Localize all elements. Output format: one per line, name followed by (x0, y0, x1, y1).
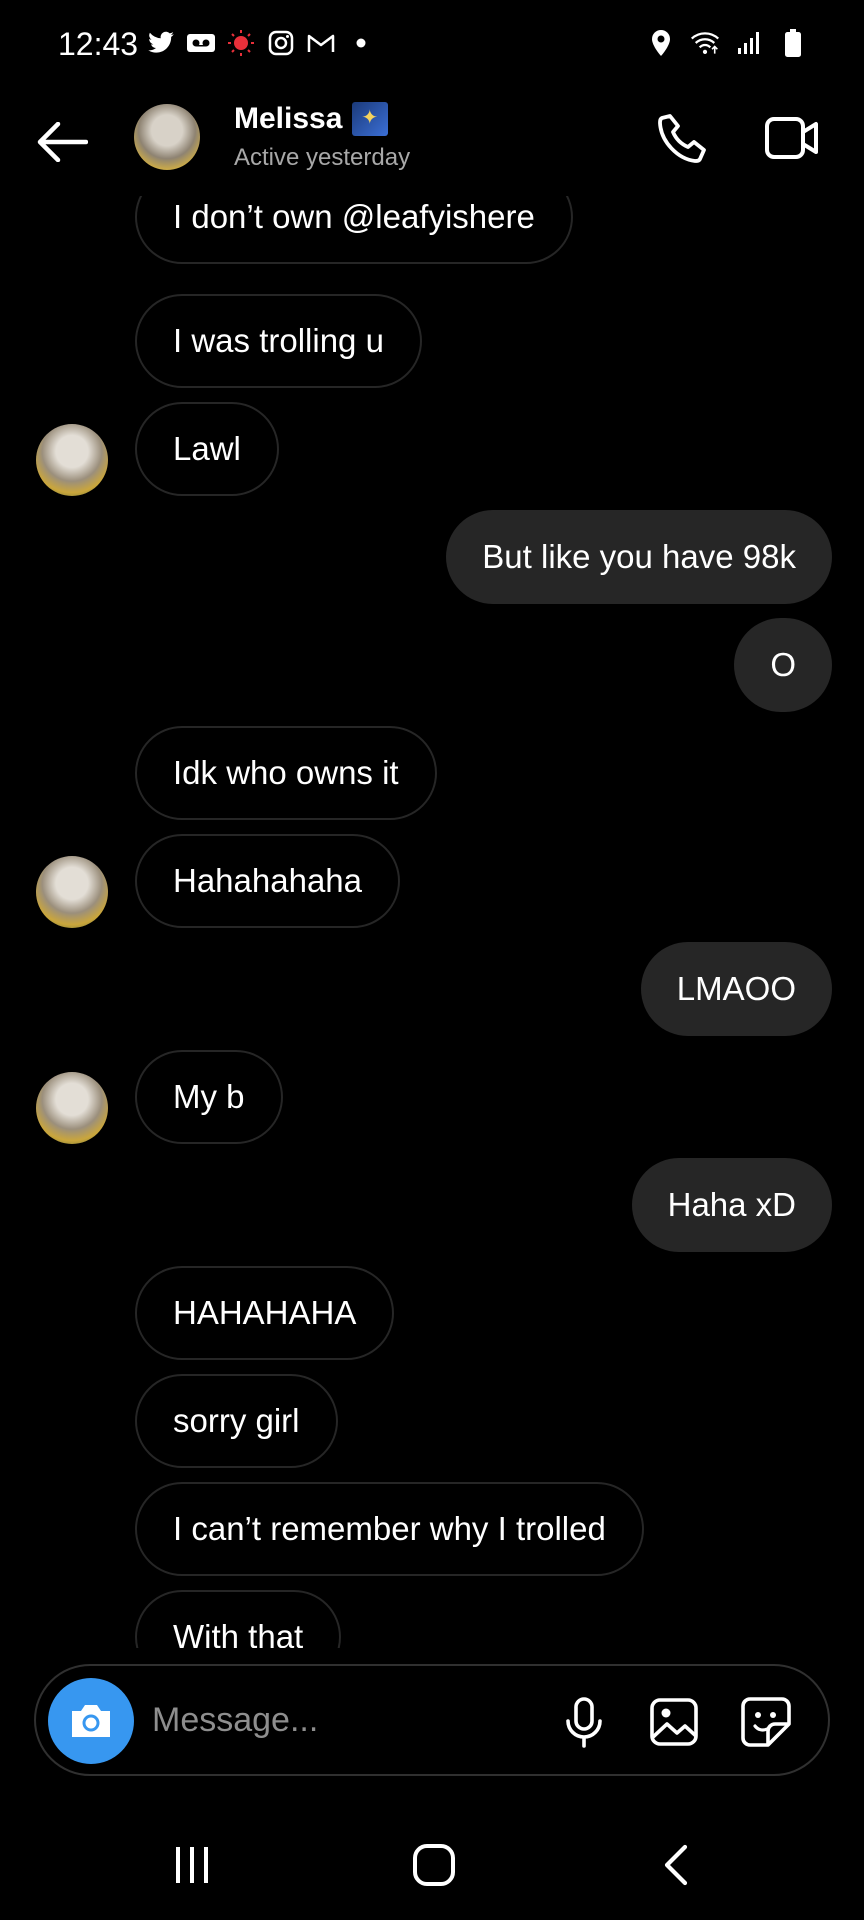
location-icon (646, 28, 676, 58)
contact-name: Melissa (234, 102, 343, 135)
system-navigation-bar (0, 1800, 864, 1920)
system-icons (646, 28, 808, 58)
message-bubble-incoming[interactable]: My b (135, 1050, 283, 1144)
sender-avatar[interactable] (36, 424, 108, 496)
battery-icon (778, 28, 808, 58)
back-button[interactable] (30, 110, 94, 174)
video-camera-icon (765, 117, 818, 159)
message-thread[interactable]: I don’t own @leafyishere I was trolling … (0, 196, 864, 1648)
image-icon (650, 1698, 698, 1746)
recording-icon (226, 28, 256, 58)
status-bar: 12:43 (0, 0, 864, 86)
contact-name-row[interactable]: Melissa (234, 102, 389, 136)
chevron-left-icon (664, 1844, 688, 1886)
camera-button[interactable] (48, 1678, 134, 1764)
message-bubble-outgoing[interactable]: LMAOO (640, 942, 832, 1036)
message-bubble-incoming[interactable]: sorry girl (135, 1374, 338, 1468)
video-call-button[interactable] (756, 106, 828, 170)
back-arrow-icon (37, 122, 88, 162)
sender-avatar[interactable] (36, 1072, 108, 1144)
instagram-icon (266, 28, 296, 58)
message-bubble-incoming[interactable]: With that (135, 1590, 342, 1648)
message-composer (34, 1664, 830, 1776)
phone-icon (658, 114, 706, 163)
message-bubble-incoming[interactable]: HAHAHAHA (135, 1266, 395, 1360)
voicemail-icon (186, 28, 216, 58)
message-input[interactable] (152, 1694, 532, 1746)
conversation-header: Melissa Active yesterday (0, 86, 864, 196)
message-bubble-incoming[interactable]: Idk who owns it (135, 726, 437, 820)
active-status: Active yesterday (234, 144, 411, 171)
dot-icon (346, 28, 376, 58)
status-time: 12:43 (58, 26, 139, 62)
message-bubble-incoming[interactable]: I can’t remember why I trolled (135, 1482, 644, 1576)
recent-apps-button[interactable] (152, 1830, 232, 1900)
message-bubble-outgoing[interactable]: Haha xD (631, 1158, 832, 1252)
message-bubble-incoming[interactable]: Lawl (135, 402, 279, 496)
signal-icon (734, 28, 764, 58)
message-bubble-incoming[interactable]: Hahahahaha (135, 834, 401, 928)
microphone-icon (566, 1697, 602, 1748)
sticker-icon (741, 1697, 791, 1747)
gmail-icon (306, 28, 336, 58)
audio-call-button[interactable] (650, 106, 714, 170)
contact-avatar[interactable] (134, 104, 200, 170)
message-bubble-incoming[interactable]: I was trolling u (135, 294, 422, 388)
sender-avatar[interactable] (36, 856, 108, 928)
back-nav-button[interactable] (636, 1830, 716, 1900)
message-bubble-outgoing[interactable]: But like you have 98k (446, 510, 832, 604)
home-button[interactable] (394, 1830, 474, 1900)
message-bubble-outgoing[interactable]: O (734, 618, 832, 712)
gallery-button[interactable] (644, 1692, 704, 1752)
fireworks-emoji-icon (352, 102, 389, 136)
sticker-button[interactable] (736, 1692, 796, 1752)
notification-icons (146, 28, 376, 58)
voice-message-button[interactable] (554, 1692, 614, 1752)
wifi-icon (690, 28, 720, 58)
message-bubble-incoming[interactable]: I don’t own @leafyishere (135, 196, 573, 264)
recent-apps-icon (176, 1847, 208, 1883)
home-icon (413, 1844, 455, 1886)
camera-icon (72, 1705, 110, 1737)
twitter-icon (146, 28, 176, 58)
